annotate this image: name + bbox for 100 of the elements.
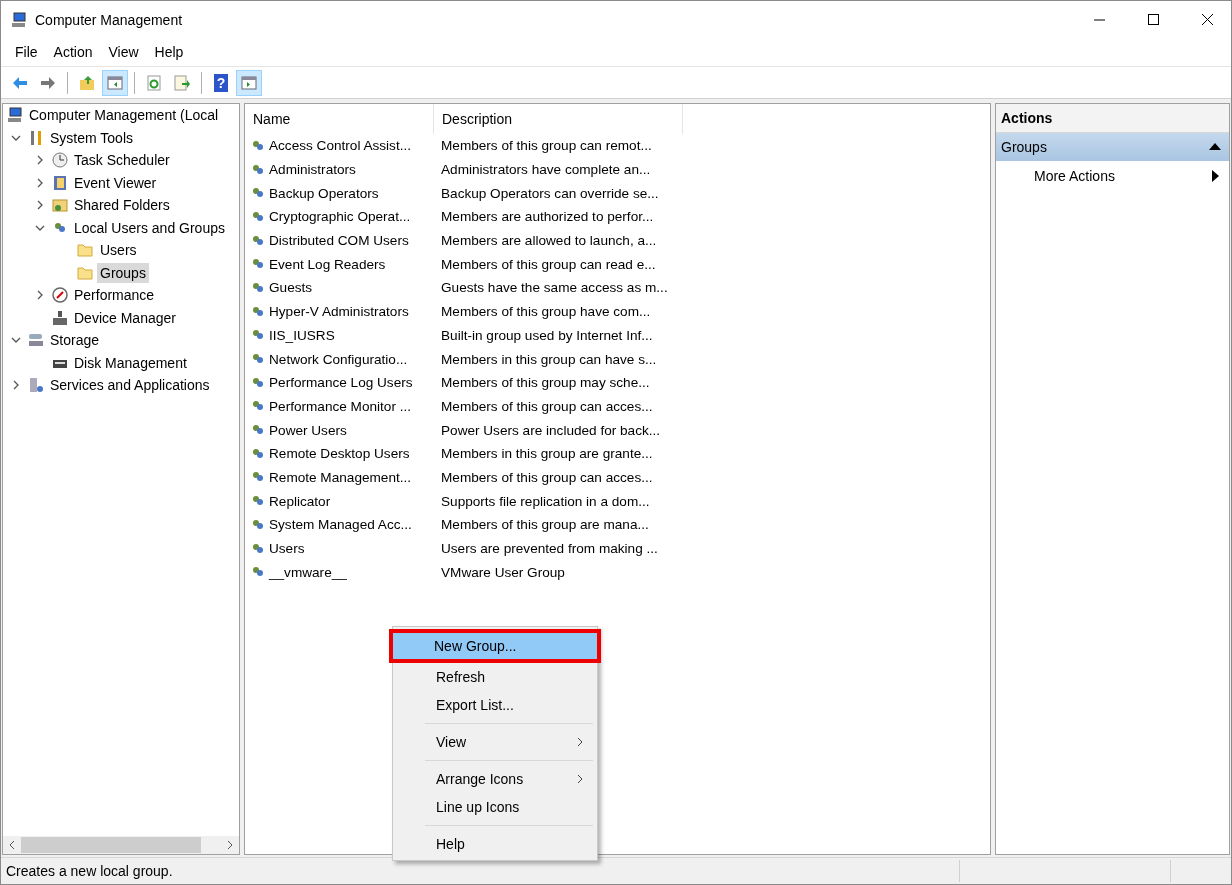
forward-arrow-icon xyxy=(40,74,56,91)
context-menu-item[interactable]: Refresh xyxy=(393,663,597,691)
group-description: Power Users are included for back... xyxy=(440,422,661,438)
group-name[interactable]: Network Configuratio... xyxy=(269,351,408,367)
group-name[interactable]: Backup Operators xyxy=(269,185,379,201)
folder-icon xyxy=(76,242,94,259)
group-name[interactable]: Cryptographic Operat... xyxy=(269,209,411,225)
group-name[interactable]: Replicator xyxy=(269,493,331,509)
menu-item[interactable]: Help xyxy=(146,40,192,64)
action-item[interactable]: More Actions xyxy=(996,161,1229,191)
services-icon xyxy=(28,377,44,394)
chevron-right-icon[interactable] xyxy=(35,200,45,211)
tree-item[interactable]: Services and Applications xyxy=(47,375,213,396)
menu-item[interactable]: File xyxy=(7,40,46,64)
group-description: Members are allowed to launch, a... xyxy=(440,233,657,249)
group-description: Members of this group are mana... xyxy=(440,517,649,533)
group-name[interactable]: Distributed COM Users xyxy=(269,233,409,249)
horizontal-scrollbar[interactable] xyxy=(3,836,239,854)
column-header[interactable]: Description xyxy=(434,104,683,134)
computer-icon xyxy=(11,11,27,28)
log-book-icon xyxy=(52,174,68,191)
context-menu-item[interactable]: Export List... xyxy=(393,691,597,719)
tree-item[interactable]: Users xyxy=(97,240,140,261)
actions-title: Actions xyxy=(996,104,1229,133)
toolbar-button[interactable] xyxy=(236,69,262,96)
tree-item[interactable]: Performance xyxy=(71,285,158,306)
context-menu-item[interactable]: New Group... xyxy=(389,629,601,663)
export-list-icon xyxy=(174,74,190,91)
chevron-right-icon[interactable] xyxy=(35,290,45,301)
storage-icon xyxy=(28,332,44,349)
tree-item[interactable]: Device Manager xyxy=(71,307,179,328)
group-name[interactable]: Access Control Assist... xyxy=(269,138,412,154)
group-name[interactable]: Remote Desktop Users xyxy=(269,446,410,462)
group-description: Guests have the same access as m... xyxy=(440,280,668,296)
tree-item[interactable]: Task Scheduler xyxy=(71,150,173,171)
group-name[interactable]: Power Users xyxy=(269,422,347,438)
tools-icon xyxy=(28,129,44,146)
tree-item[interactable]: Storage xyxy=(47,330,103,351)
close-icon xyxy=(1202,13,1214,26)
tree-item[interactable]: System Tools xyxy=(47,127,136,148)
menu-item[interactable]: Action xyxy=(45,40,101,64)
chevron-right-icon[interactable] xyxy=(35,155,45,166)
group-description: Members of this group can remot... xyxy=(440,138,652,154)
group-description: Members of this group can acces... xyxy=(440,469,653,485)
context-menu-item[interactable]: Line up Icons xyxy=(393,793,597,821)
column-header[interactable]: Name xyxy=(245,104,434,134)
group-name[interactable]: Users xyxy=(269,541,305,557)
pane-toggle-icon xyxy=(107,74,123,91)
group-description: Backup Operators can override se... xyxy=(440,185,659,201)
group-name[interactable]: Event Log Readers xyxy=(269,256,386,272)
menu-item[interactable]: View xyxy=(100,40,147,64)
group-description: Members of this group have com... xyxy=(440,304,651,320)
context-menu-item[interactable]: View xyxy=(393,728,597,756)
context-menu-item[interactable]: Help xyxy=(393,830,597,858)
collapse-icon xyxy=(1209,143,1221,151)
gauge-icon xyxy=(52,287,68,304)
group-description: Members of this group can read e... xyxy=(440,256,656,272)
group-name[interactable]: __vmware__ xyxy=(269,564,347,580)
group-description: VMware User Group xyxy=(440,564,565,580)
folder-icon xyxy=(76,264,94,281)
toolbar-button[interactable]: ? xyxy=(208,69,234,96)
toolbar-button[interactable] xyxy=(102,69,128,96)
group-name[interactable]: Performance Monitor ... xyxy=(269,398,412,414)
group-name[interactable]: Performance Log Users xyxy=(269,375,413,391)
actions-section[interactable]: Groups xyxy=(996,133,1229,161)
group-description: Members of this group may sche... xyxy=(440,375,650,391)
tree-item[interactable]: Disk Management xyxy=(71,352,190,373)
refresh-icon xyxy=(146,74,162,91)
group-description: Supports file replication in a dom... xyxy=(440,493,650,509)
tree-item[interactable]: Event Viewer xyxy=(71,172,160,193)
status-text: Creates a new local group. xyxy=(5,863,174,879)
chevron-right-icon[interactable] xyxy=(35,177,45,188)
minimize-icon xyxy=(1094,18,1106,21)
context-menu-item[interactable]: Arrange Icons xyxy=(393,765,597,793)
group-description: Administrators have complete an... xyxy=(440,162,651,178)
group-name[interactable]: Remote Management... xyxy=(269,469,412,485)
shared-folder-icon xyxy=(52,197,68,214)
pane-toggle-icon xyxy=(241,74,257,91)
group-name[interactable]: System Managed Acc... xyxy=(269,517,412,533)
group-description: Members in this group can have s... xyxy=(440,351,657,367)
computer-icon xyxy=(7,107,23,124)
tree-item[interactable]: Local Users and Groups xyxy=(71,217,228,238)
tree-item[interactable]: Computer Management (Local xyxy=(26,105,222,126)
group-name[interactable]: Guests xyxy=(269,280,313,296)
clock-icon xyxy=(52,152,68,169)
tree-item[interactable]: Groups xyxy=(97,262,149,283)
group-name[interactable]: IIS_IUSRS xyxy=(269,327,335,343)
group-description: Users are prevented from making ... xyxy=(440,541,658,557)
group-description: Members in this group are grante... xyxy=(440,446,653,462)
window-title: Computer Management xyxy=(35,11,184,28)
group-description: Built-in group used by Internet Inf... xyxy=(440,327,653,343)
chevron-right-icon[interactable] xyxy=(11,380,21,391)
group-description: Members are authorized to perfor... xyxy=(440,209,654,225)
tree-item[interactable]: Shared Folders xyxy=(71,195,173,216)
folder-up-icon xyxy=(79,74,95,91)
device-icon xyxy=(52,309,68,326)
maximize-icon xyxy=(1148,13,1160,26)
group-name[interactable]: Hyper-V Administrators xyxy=(269,304,409,320)
group-description: Members of this group can acces... xyxy=(440,398,653,414)
group-name[interactable]: Administrators xyxy=(269,162,356,178)
